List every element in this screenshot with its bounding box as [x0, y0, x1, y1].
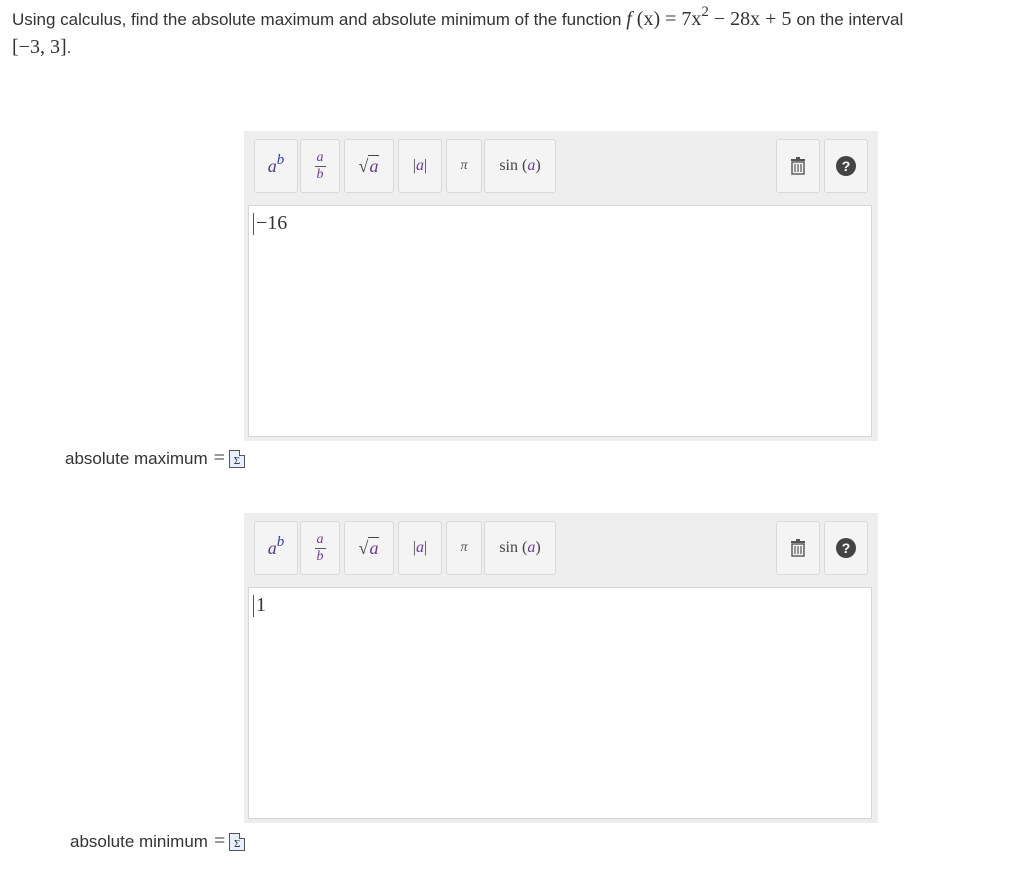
text-cursor: [253, 213, 254, 236]
sqrt-symbol: √: [358, 155, 369, 176]
sqrt-symbol: √: [358, 537, 369, 558]
power-exp: b: [276, 151, 285, 168]
editor-toolbar: ab ab √a |a| π sin (a) ?: [244, 513, 878, 587]
help-icon: ?: [836, 538, 856, 558]
sin-close: ): [535, 539, 541, 556]
function-name: f: [626, 8, 632, 30]
sin-button[interactable]: sin (a): [484, 521, 556, 575]
abs-right: |: [424, 157, 428, 174]
interval: [−3, 3]: [12, 36, 67, 58]
trash-icon[interactable]: [776, 521, 820, 575]
power-base: a: [267, 155, 277, 176]
pi-button[interactable]: π: [446, 521, 482, 575]
sqrt-arg: a: [368, 154, 380, 176]
absolute-minimum-label: absolute minimum: [70, 831, 208, 851]
answer-input-max[interactable]: −16: [248, 205, 872, 437]
sqrt-button[interactable]: √a: [344, 139, 394, 193]
function-exponent: 2: [701, 4, 709, 20]
power-exp: b: [276, 533, 285, 550]
sqrt-arg: a: [368, 536, 380, 558]
sqrt-button[interactable]: √a: [344, 521, 394, 575]
trash-icon-svg: [791, 539, 805, 557]
power-base: a: [267, 537, 277, 558]
pi-symbol: π: [460, 158, 468, 173]
pi-symbol: π: [460, 540, 468, 555]
help-button[interactable]: ?: [824, 139, 868, 193]
abs-arg: a: [416, 539, 424, 556]
sin-close: ): [535, 157, 541, 174]
function-expression: f (x) = 7x2 − 28x + 5: [626, 4, 796, 30]
absolute-maximum-label: absolute maximum: [65, 448, 208, 468]
function-rest: − 28x + 5: [708, 8, 792, 30]
abs-arg: a: [416, 157, 424, 174]
sin-label: sin (: [499, 539, 528, 556]
trash-icon-svg: [791, 157, 805, 175]
question-text: Using calculus, find the absolute maximu…: [12, 4, 1012, 61]
equation-editor-icon[interactable]: Σ: [228, 449, 245, 468]
fraction-den: b: [316, 548, 324, 564]
absolute-maximum-label-row: absolute maximum = Σ: [65, 447, 245, 470]
help-icon: ?: [836, 156, 856, 176]
equals-sign: =: [213, 830, 226, 852]
help-button[interactable]: ?: [824, 521, 868, 575]
answer-value-max: −16: [256, 212, 288, 234]
answer-input-min[interactable]: 1: [248, 587, 872, 819]
absolute-minimum-label-row: absolute minimum = Σ: [70, 830, 246, 853]
fraction-den: b: [316, 166, 324, 182]
math-editor-min: ab ab √a |a| π sin (a) ? 1: [244, 513, 878, 823]
fraction-num: a: [314, 149, 326, 167]
question-period: .: [66, 38, 72, 57]
text-cursor: [253, 595, 254, 618]
equation-editor-icon[interactable]: Σ: [229, 832, 246, 851]
pi-button[interactable]: π: [446, 139, 482, 193]
fraction-button[interactable]: ab: [300, 521, 340, 575]
sin-button[interactable]: sin (a): [484, 139, 556, 193]
sin-label: sin (: [499, 157, 528, 174]
abs-right: |: [424, 539, 428, 556]
power-button[interactable]: ab: [254, 521, 298, 575]
trash-icon[interactable]: [776, 139, 820, 193]
question-intro: Using calculus, find the absolute maximu…: [12, 10, 622, 29]
fraction-num: a: [314, 531, 326, 549]
equals-sign: =: [213, 447, 225, 469]
function-argument: (x) = 7x: [636, 8, 702, 30]
answer-value-min: 1: [256, 594, 266, 616]
fraction-button[interactable]: ab: [300, 139, 340, 193]
math-editor-max: ab ab √a |a| π sin (a) ? −16: [244, 131, 878, 441]
question-interval-text: on the interval: [796, 10, 904, 29]
abs-button[interactable]: |a|: [398, 521, 442, 575]
power-button[interactable]: ab: [254, 139, 298, 193]
editor-toolbar: ab ab √a |a| π sin (a) ?: [244, 131, 878, 205]
abs-button[interactable]: |a|: [398, 139, 442, 193]
